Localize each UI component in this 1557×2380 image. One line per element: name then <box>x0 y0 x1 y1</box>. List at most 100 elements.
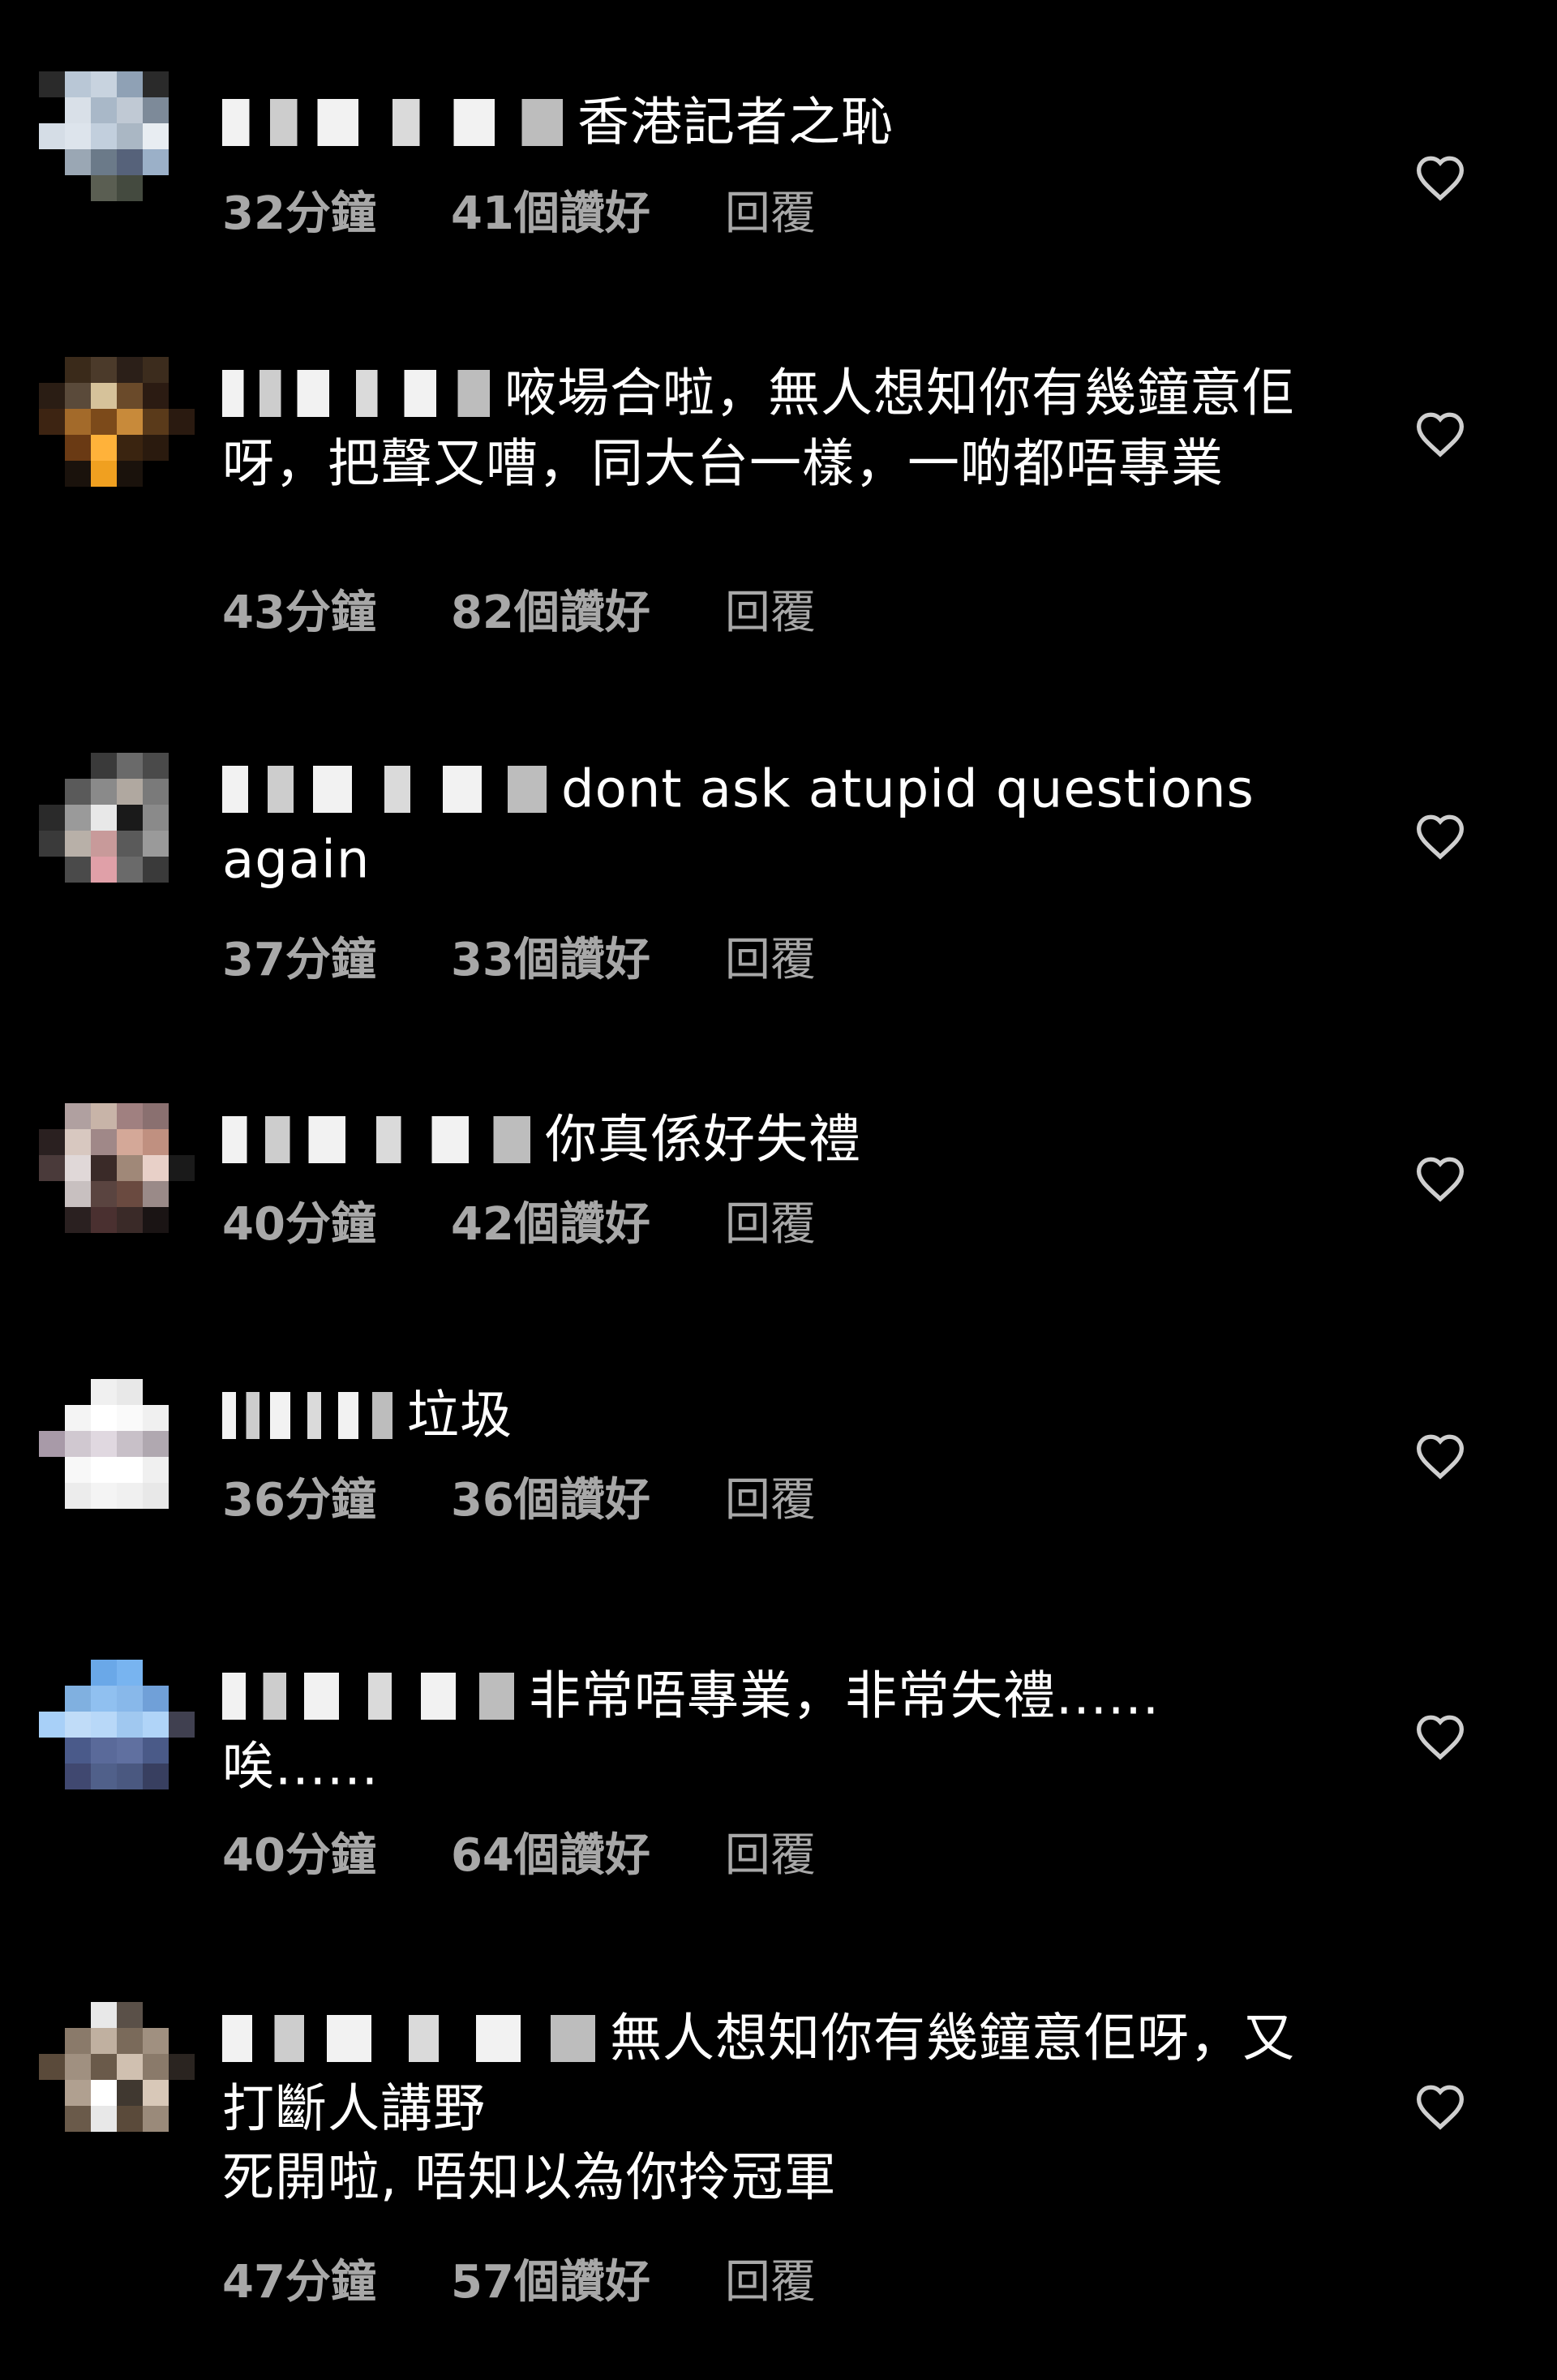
heart-icon[interactable] <box>1414 154 1466 201</box>
avatar-pixel <box>65 2002 91 2028</box>
avatar-pixel <box>65 149 91 175</box>
avatar-pixel <box>91 1431 117 1457</box>
avatar-pixel <box>143 883 169 909</box>
username-redacted[interactable] <box>222 1673 514 1721</box>
avatar-pixel <box>117 487 143 513</box>
avatar-pixel <box>65 383 91 409</box>
avatar[interactable] <box>39 1103 195 1259</box>
avatar-pixel <box>91 1155 117 1181</box>
like-count[interactable]: 33個讚好 <box>451 923 650 989</box>
like-count[interactable]: 57個讚好 <box>451 2245 650 2311</box>
avatar-pixel <box>143 2080 169 2106</box>
avatar[interactable] <box>39 1379 195 1535</box>
avatar-pixel <box>91 2054 117 2080</box>
avatar-pixel <box>117 1457 143 1483</box>
avatar-pixel <box>91 409 117 435</box>
avatar-pixel <box>143 357 169 383</box>
reply-button[interactable]: 回覆 <box>725 1463 816 1529</box>
avatar-pixel <box>143 71 169 97</box>
avatar-pixel <box>143 1181 169 1207</box>
avatar-pixel <box>117 123 143 149</box>
like-count[interactable]: 64個讚好 <box>451 1819 650 1884</box>
heart-icon[interactable] <box>1414 1713 1466 1760</box>
avatar-pixel <box>117 2132 143 2158</box>
avatar-pixel <box>117 435 143 461</box>
heart-icon[interactable] <box>1414 410 1466 458</box>
avatar-pixel <box>65 71 91 97</box>
reply-button[interactable]: 回覆 <box>725 576 816 642</box>
avatar-pixel <box>91 123 117 149</box>
like-count[interactable]: 42個讚好 <box>451 1188 650 1253</box>
avatar-pixel <box>169 1379 195 1405</box>
comment-body: 香港記者之恥 <box>222 86 1301 157</box>
avatar-pixel <box>169 461 195 487</box>
comment-body: dont ask atupid questions again <box>222 753 1301 895</box>
like-count[interactable]: 82個讚好 <box>451 576 650 642</box>
avatar-pixel <box>39 1379 65 1405</box>
avatar-pixel <box>65 2028 91 2054</box>
avatar-pixel <box>91 1764 117 1789</box>
avatar-pixel <box>143 123 169 149</box>
avatar-pixel <box>39 1129 65 1155</box>
reply-button[interactable]: 回覆 <box>725 1819 816 1884</box>
avatar[interactable] <box>39 1660 195 1815</box>
reply-button[interactable]: 回覆 <box>725 2245 816 2311</box>
avatar-pixel <box>169 1712 195 1738</box>
avatar-pixel <box>65 805 91 831</box>
comment-body: 㖡場合啦，無人想知你有幾鐘意佢呀，把聲又嘈，同大台一樣，一啲都唔專業 <box>222 357 1301 499</box>
avatar-pixel <box>39 1712 65 1738</box>
username-redacted[interactable] <box>222 370 490 418</box>
avatar-pixel <box>65 2106 91 2132</box>
avatar-pixel <box>39 357 65 383</box>
avatar-pixel <box>117 1379 143 1405</box>
avatar-pixel <box>117 1155 143 1181</box>
username-redacted[interactable] <box>222 99 563 147</box>
avatar-pixel <box>143 1764 169 1789</box>
username-redacted[interactable] <box>222 766 547 814</box>
avatar-pixel <box>91 1233 117 1259</box>
avatar-pixel <box>169 779 195 805</box>
avatar-pixel <box>117 2002 143 2028</box>
like-count[interactable]: 41個讚好 <box>451 177 650 243</box>
avatar-pixel <box>39 753 65 779</box>
avatar[interactable] <box>39 753 195 909</box>
avatar-pixel <box>39 883 65 909</box>
username-redacted[interactable] <box>222 1392 392 1440</box>
heart-icon[interactable] <box>1414 1155 1466 1202</box>
avatar-pixel <box>169 1660 195 1686</box>
avatar[interactable] <box>39 2002 195 2158</box>
avatar-pixel <box>169 2106 195 2132</box>
reply-button[interactable]: 回覆 <box>725 923 816 989</box>
avatar-pixel <box>169 1483 195 1509</box>
reply-button[interactable]: 回覆 <box>725 1188 816 1253</box>
heart-icon[interactable] <box>1414 813 1466 860</box>
avatar-pixel <box>91 1483 117 1509</box>
avatar[interactable] <box>39 71 195 227</box>
username-redacted[interactable] <box>222 1116 530 1164</box>
avatar-pixel <box>169 1129 195 1155</box>
reply-button[interactable]: 回覆 <box>725 177 816 243</box>
like-count[interactable]: 36個讚好 <box>451 1463 650 1529</box>
avatar-pixel <box>91 435 117 461</box>
avatar-pixel <box>169 1405 195 1431</box>
avatar-pixel <box>143 1207 169 1233</box>
avatar-pixel <box>143 1405 169 1431</box>
avatar-pixel <box>117 1181 143 1207</box>
avatar-pixel <box>143 1155 169 1181</box>
heart-icon[interactable] <box>1414 1433 1466 1480</box>
avatar-pixel <box>65 1207 91 1233</box>
heart-icon[interactable] <box>1414 2083 1466 2130</box>
avatar-pixel <box>65 1660 91 1686</box>
avatar-pixel <box>91 2106 117 2132</box>
avatar-pixel <box>169 97 195 123</box>
avatar-pixel <box>143 97 169 123</box>
avatar-pixel <box>91 1509 117 1535</box>
avatar-pixel <box>117 97 143 123</box>
avatar-pixel <box>65 1405 91 1431</box>
avatar-pixel <box>39 831 65 857</box>
avatar[interactable] <box>39 357 195 513</box>
username-redacted[interactable] <box>222 2015 595 2063</box>
avatar-pixel <box>39 2028 65 2054</box>
avatar-pixel <box>169 383 195 409</box>
avatar-pixel <box>91 805 117 831</box>
